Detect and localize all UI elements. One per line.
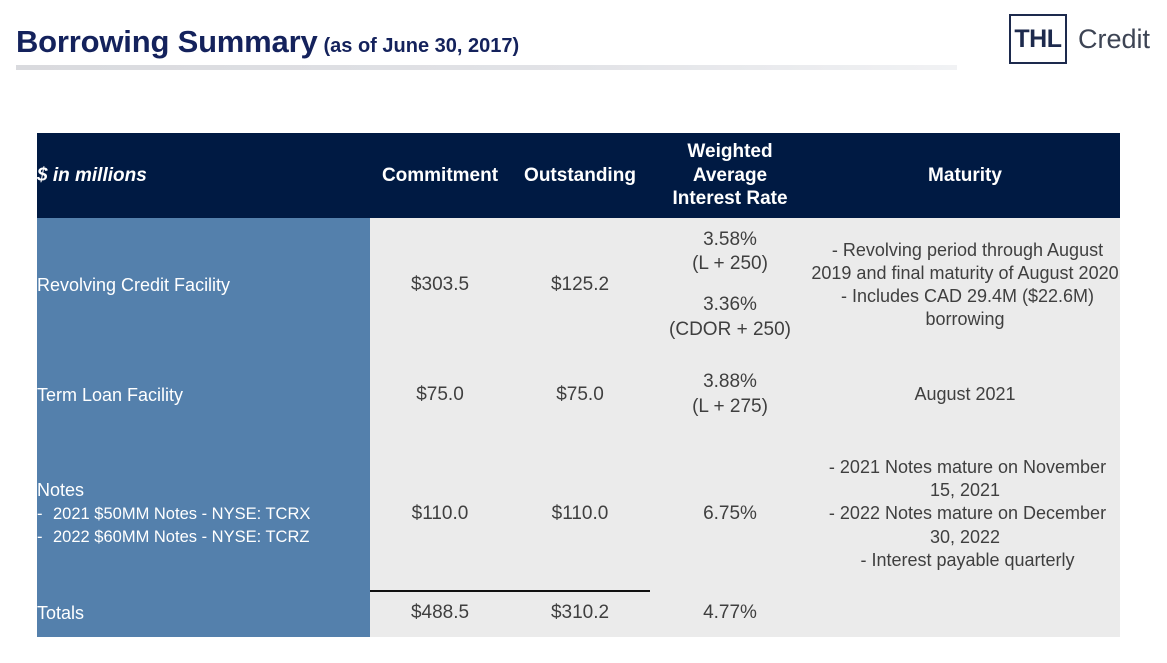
borrowing-summary-table: $ in millions Commitment Outstanding Wei… [37,133,1120,637]
rate-secondary-value: 3.36% [703,294,757,315]
dash-icon: - [840,286,847,306]
list-item-text: 2021 $50MM Notes - NYSE: TCRX [53,505,311,524]
row-label-revolving-credit-facility: Revolving Credit Facility [37,218,370,352]
rate-secondary-basis: (CDOR + 250) [669,318,791,340]
dash-icon: - [860,549,867,570]
notes-sub-list: -2021 $50MM Notes - NYSE: TCRX -2022 $60… [37,503,370,548]
dash-icon: - [831,239,838,260]
column-header-maturity: Maturity [810,133,1120,218]
dash-icon: - [37,505,43,524]
list-item: - Revolving period through August 2019 an… [810,239,1120,285]
table-header-row: $ in millions Commitment Outstanding Wei… [37,133,1120,218]
row-outstanding-term-loan: $75.0 [510,352,650,438]
rate-primary-basis: (L + 275) [692,396,768,417]
list-item: -2022 Notes mature on December 30, 2022 [810,502,1120,548]
logo-wordmark: Credit [1077,23,1150,54]
rate-primary-value: 3.88% [703,371,757,393]
row-rate-revolving: 3.58% (L + 250) 3.36% (CDOR + 250) [650,218,810,352]
dash-icon: - [828,457,835,478]
list-item-text: 2022 $60MM Notes - NYSE: TCRZ [53,527,310,546]
table-row-totals: Totals $488.5 $310.2 4.77% [37,590,1120,637]
row-outstanding-revolving: $125.2 [510,218,650,352]
list-item: - Interest payable quarterly [810,549,1120,572]
totals-maturity [810,590,1120,637]
column-header-interest-rate-line1: Weighted [687,140,773,162]
row-rate-notes: 6.75% [650,438,810,590]
column-header-interest-rate: Weighted Average Interest Rate [650,133,810,218]
totals-commitment: $488.5 [370,590,510,637]
list-item-text: Includes CAD 29.4M ($22.6M) borrowing [851,286,1095,330]
rate-primary-basis: (L + 250) [692,253,768,275]
maturity-bullet-list: - Revolving period through August 2019 an… [810,239,1120,331]
list-item: - Includes CAD 29.4M ($22.6M) borrowing [810,285,1120,331]
totals-rate: 4.77% [650,590,810,637]
rate-primary-value: 3.58% [703,228,757,250]
row-commitment-notes: $110.0 [370,438,510,590]
list-item: -2022 $60MM Notes - NYSE: TCRZ [37,526,370,548]
dash-icon: - [37,527,43,546]
thl-logo-icon: THL [1008,14,1067,64]
list-item-text: 2022 Notes mature on December 30, 2022 [839,503,1107,547]
row-label-totals: Totals [37,590,370,637]
dash-icon: - [828,503,835,524]
list-item: -2021 $50MM Notes - NYSE: TCRX [37,503,370,525]
slide-header: Borrowing Summary (as of June 30, 2017) T… [0,0,1167,90]
page-title-main: Borrowing Summary [16,24,318,59]
row-maturity-notes: -2021 Notes mature on November 15, 2021 … [810,438,1120,590]
row-label-notes: Notes -2021 $50MM Notes - NYSE: TCRX -20… [37,438,370,590]
row-label-notes-title: Notes [37,480,85,501]
title-divider [16,65,957,70]
list-item-text: 2021 Notes mature on November 15, 2021 [839,457,1107,501]
table-row: Notes -2021 $50MM Notes - NYSE: TCRX -20… [37,438,1120,590]
row-outstanding-notes: $110.0 [510,438,650,590]
totals-outstanding: $310.2 [510,590,650,637]
table-row: Term Loan Facility $75.0 $75.0 3.88% (L … [37,352,1120,438]
rate-spacer [650,277,810,293]
table-row: Revolving Credit Facility $303.5 $125.2 … [37,218,1120,352]
maturity-bullet-list: -2021 Notes mature on November 15, 2021 … [810,456,1120,571]
column-header-interest-rate-line2: Average [692,164,768,186]
logo-mark-text: THL [1014,24,1062,53]
row-commitment-term-loan: $75.0 [370,352,510,438]
list-item: -2021 Notes mature on November 15, 2021 [810,456,1120,502]
page-title-date: (as of June 30, 2017) [323,35,520,57]
column-header-commitment: Commitment [370,133,510,218]
column-header-units: $ in millions [37,133,370,218]
row-label-term-loan-facility: Term Loan Facility [37,352,370,438]
row-rate-term-loan: 3.88% (L + 275) [650,352,810,438]
row-maturity-term-loan: August 2021 [810,352,1120,438]
row-commitment-revolving: $303.5 [370,218,510,352]
column-header-outstanding: Outstanding [510,133,650,218]
page-title: Borrowing Summary (as of June 30, 2017) [16,24,519,60]
row-maturity-revolving: - Revolving period through August 2019 an… [810,218,1120,352]
brand-logo: THL Credit [1008,14,1150,64]
list-item-text: Interest payable quarterly [871,549,1075,570]
list-item-text: Revolving period through August 2019 and… [811,239,1119,283]
column-header-interest-rate-line3: Interest Rate [672,188,788,210]
